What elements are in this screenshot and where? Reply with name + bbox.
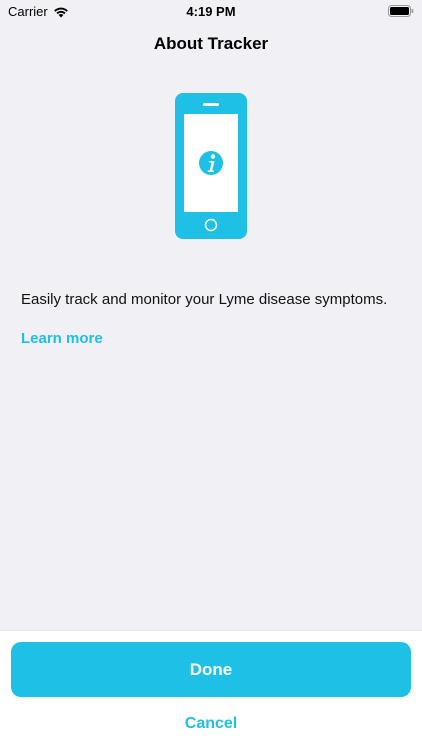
done-button[interactable]: Done — [11, 642, 411, 697]
learn-more-link[interactable]: Learn more — [21, 330, 103, 347]
about-tracker-screen: Carrier 4:19 PM About Tracker Easily tra… — [0, 0, 422, 750]
cancel-button[interactable]: Cancel — [111, 709, 311, 739]
action-panel: Done Cancel — [0, 630, 422, 750]
status-bar: Carrier 4:19 PM — [0, 0, 422, 22]
battery-icon — [388, 5, 414, 17]
status-time: 4:19 PM — [186, 4, 236, 19]
page-title: About Tracker — [153, 34, 269, 53]
description-text: Easily track and monitor your Lyme disea… — [21, 291, 388, 308]
phone-info-icon — [175, 93, 247, 239]
